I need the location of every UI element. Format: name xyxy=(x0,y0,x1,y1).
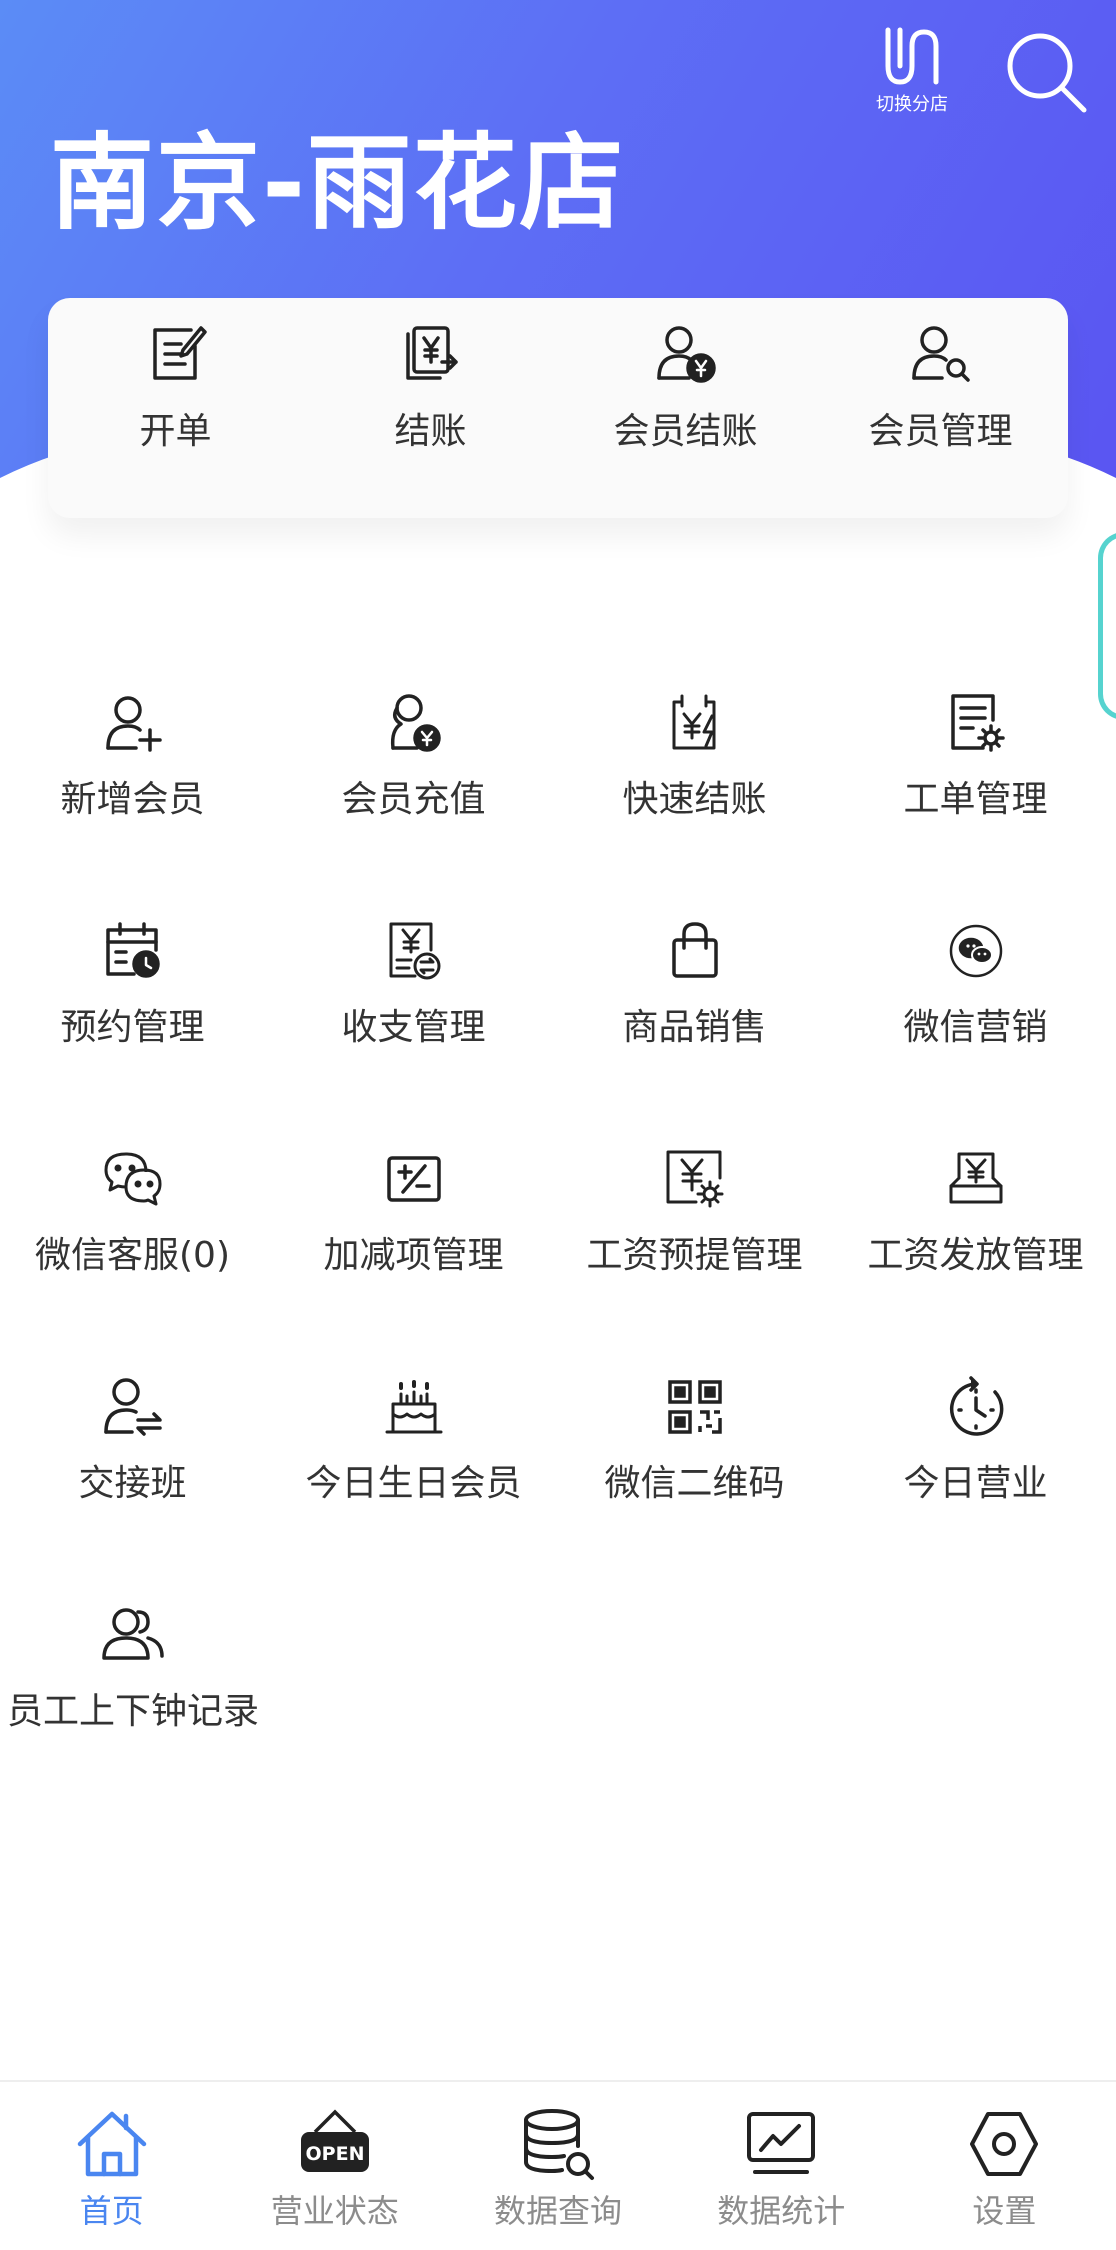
nav-tab-label: 营业状态 xyxy=(270,2192,399,2230)
search-icon xyxy=(1007,33,1087,113)
menu-item-income-expense[interactable]: 收支管理 xyxy=(273,918,554,1146)
grid-row: 员工上下钟记录 xyxy=(0,1602,1116,1830)
nav-tab-label: 首页 xyxy=(79,2192,144,2230)
nav-tab-business-status[interactable]: OPEN 营业状态 xyxy=(223,2082,446,2250)
shopping-bag-icon xyxy=(671,922,718,978)
menu-item-label: 预约管理 xyxy=(60,1007,205,1048)
menu-item-wechat-qrcode[interactable]: 微信二维码 xyxy=(554,1374,835,1602)
nav-tab-label: 数据统计 xyxy=(717,2192,846,2230)
quick-action-label: 开单 xyxy=(139,411,212,452)
open-sign-icon: OPEN xyxy=(300,2109,369,2172)
menu-item-label: 工资预提管理 xyxy=(586,1235,803,1276)
search-button[interactable] xyxy=(1004,30,1090,116)
menu-item-label: 微信二维码 xyxy=(604,1463,785,1504)
nav-tab-data-statistics[interactable]: 数据统计 xyxy=(670,2082,893,2250)
nav-tab-label: 设置 xyxy=(972,2192,1037,2230)
menu-item-label: 新增会员 xyxy=(60,779,205,820)
birthday-cake-icon xyxy=(385,1380,442,1434)
menu-item-member-recharge[interactable]: 会员充值 xyxy=(273,690,554,918)
edit-note-icon xyxy=(152,326,207,380)
menu-item-add-member[interactable]: 新增会员 xyxy=(0,690,273,918)
quick-action-member-management[interactable]: 会员管理 xyxy=(813,298,1068,518)
menu-item-label: 收支管理 xyxy=(341,1007,486,1048)
menu-item-label: 加减项管理 xyxy=(323,1235,504,1276)
menu-item-label: 交接班 xyxy=(78,1463,187,1504)
today-business-clock-icon xyxy=(949,1376,1003,1436)
feature-grid: 新增会员 会员充值 快速结账 工单管理 预约管理 收支管理 商品销售 微信营销 … xyxy=(0,690,1116,1830)
quick-action-label: 结账 xyxy=(394,411,467,452)
salary-payout-icon xyxy=(949,1152,1002,1204)
salary-accrual-icon xyxy=(666,1150,723,1208)
grid-row: 新增会员 会员充值 快速结账 工单管理 xyxy=(0,690,1116,918)
member-recharge-icon xyxy=(390,694,441,752)
settings-hexagon-icon xyxy=(970,2112,1039,2176)
menu-item-wechat-service[interactable]: 微信客服(0) xyxy=(0,1146,273,1374)
grid-row: 预约管理 收支管理 商品销售 微信营销 xyxy=(0,918,1116,1146)
store-title: 南京-雨花店 xyxy=(50,122,626,244)
qr-code-icon xyxy=(667,1380,722,1434)
menu-item-wechat-marketing[interactable]: 微信营销 xyxy=(835,918,1116,1146)
grid-row: 交接班 今日生日会员 微信二维码 今日营业 xyxy=(0,1374,1116,1602)
menu-item-salary-accrual[interactable]: 工资预提管理 xyxy=(554,1146,835,1374)
work-order-icon xyxy=(950,694,1005,752)
menu-item-birthday-members[interactable]: 今日生日会员 xyxy=(273,1374,554,1602)
nav-tab-home[interactable]: 首页 xyxy=(0,2082,223,2250)
menu-item-label: 微信营销 xyxy=(903,1007,1048,1048)
wechat-marketing-icon xyxy=(949,924,1002,978)
menu-item-shift-handover[interactable]: 交接班 xyxy=(0,1374,273,1602)
menu-item-label: 工资发放管理 xyxy=(867,1235,1084,1276)
menu-item-label: 快速结账 xyxy=(622,779,767,820)
menu-item-work-order[interactable]: 工单管理 xyxy=(835,690,1116,918)
quick-action-open-order[interactable]: 开单 xyxy=(48,298,303,518)
database-search-icon xyxy=(524,2109,594,2180)
menu-item-label: 会员充值 xyxy=(341,779,486,820)
quick-action-checkout[interactable]: 结账 xyxy=(303,298,558,518)
menu-item-label: 今日生日会员 xyxy=(305,1463,522,1504)
menu-item-product-sales[interactable]: 商品销售 xyxy=(554,918,835,1146)
quick-action-label: 会员结账 xyxy=(613,411,758,452)
switch-store-button[interactable]: 切换分店 xyxy=(864,26,960,122)
add-member-icon xyxy=(105,696,162,752)
menu-item-label: 工单管理 xyxy=(903,779,1048,820)
menu-item-staff-clock-records[interactable]: 员工上下钟记录 xyxy=(0,1602,274,1830)
quick-action-label: 会员管理 xyxy=(868,411,1013,452)
menu-item-label: 商品销售 xyxy=(622,1007,767,1048)
staff-clock-icon xyxy=(102,1608,164,1660)
home-icon xyxy=(77,2111,146,2177)
quick-checkout-icon xyxy=(672,694,715,750)
svg-text:OPEN: OPEN xyxy=(305,2143,364,2165)
quick-action-member-checkout[interactable]: 会员结账 xyxy=(558,298,813,518)
menu-item-salary-payout[interactable]: 工资发放管理 xyxy=(835,1146,1116,1374)
bottom-navigation: 首页 OPEN 营业状态 数据查询 数据统计 设置 xyxy=(0,2080,1116,2250)
menu-item-label: 今日营业 xyxy=(903,1463,1048,1504)
menu-item-plus-minus[interactable]: 加减项管理 xyxy=(273,1146,554,1374)
menu-item-quick-checkout[interactable]: 快速结账 xyxy=(554,690,835,918)
nav-tab-data-query[interactable]: 数据查询 xyxy=(446,2082,669,2250)
income-expense-icon xyxy=(389,922,440,980)
wechat-service-icon xyxy=(104,1152,161,1206)
shift-handover-icon xyxy=(103,1378,162,1436)
nav-tab-label: 数据查询 xyxy=(494,2192,623,2230)
switch-store-icon xyxy=(885,27,939,85)
nav-tab-settings[interactable]: 设置 xyxy=(893,2082,1116,2250)
appointment-calendar-icon xyxy=(105,922,160,978)
checkout-yen-icon xyxy=(405,326,458,380)
menu-item-today-business[interactable]: 今日营业 xyxy=(835,1374,1116,1602)
quick-actions-card: 开单 结账 会员结账 会员管理 xyxy=(48,298,1068,518)
chart-monitor-icon xyxy=(747,2112,816,2174)
menu-item-label: 微信客服(0) xyxy=(35,1235,230,1276)
plus-minus-icon xyxy=(386,1156,441,1202)
member-search-icon xyxy=(911,326,970,382)
menu-item-appointment[interactable]: 预约管理 xyxy=(0,918,273,1146)
menu-item-label: 员工上下钟记录 xyxy=(6,1691,259,1732)
member-checkout-icon xyxy=(656,326,716,383)
grid-row: 微信客服(0) 加减项管理 工资预提管理 工资发放管理 xyxy=(0,1146,1116,1374)
switch-store-label: 切换分店 xyxy=(876,94,948,115)
